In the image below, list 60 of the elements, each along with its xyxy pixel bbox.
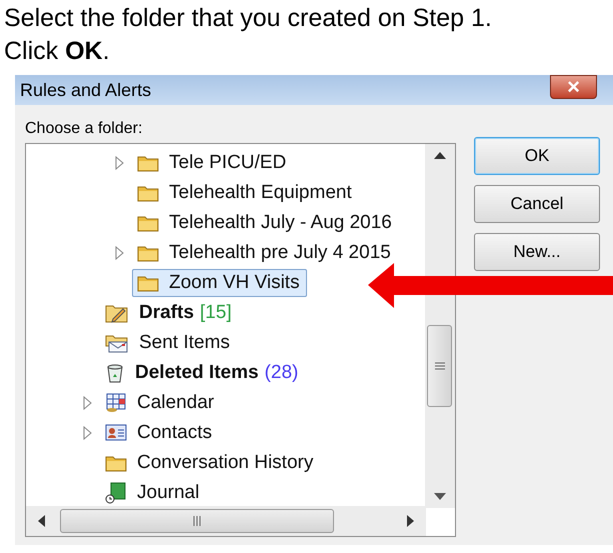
dialog-button[interactable]: New...: [474, 233, 600, 271]
folder-icon: [137, 274, 159, 292]
tree-item[interactable]: Conversation History: [100, 449, 320, 477]
item-label: Calendar: [137, 390, 214, 415]
item-label: Telehealth pre July 4 2015: [169, 240, 391, 265]
folder-envelope-icon: [105, 333, 129, 353]
item-label: Telehealth Equipment: [169, 180, 352, 205]
journal-book-icon: [105, 482, 127, 504]
arrow-icon: [368, 263, 613, 308]
folder-icon: [137, 184, 159, 202]
item-count: (28): [264, 360, 298, 385]
item-label: Telehealth July - Aug 2016: [169, 210, 392, 235]
calendar-icon: [105, 393, 127, 413]
item-label: Deleted Items: [135, 360, 259, 385]
tree-item[interactable]: Telehealth Equipment: [132, 179, 359, 207]
instruction-text: Click OK.: [4, 36, 111, 67]
tree-item[interactable]: Sent Items: [100, 329, 237, 357]
prompt-label: Choose a folder:: [25, 119, 144, 139]
item-label: Tele PICU/ED: [169, 150, 286, 175]
trash-can-icon: [105, 363, 125, 383]
expand-arrow-icon[interactable]: [115, 246, 125, 260]
scroll-left-icon[interactable]: [38, 515, 45, 527]
dialog-button[interactable]: OK: [474, 137, 600, 175]
expand-arrow-icon[interactable]: [115, 156, 125, 170]
tree-item[interactable]: Telehealth pre July 4 2015: [132, 239, 398, 267]
item-count: [15]: [200, 300, 232, 325]
item-label: Drafts: [139, 300, 194, 325]
tree-item[interactable]: Deleted Items (28): [100, 359, 306, 387]
tree-item[interactable]: Calendar: [100, 389, 222, 417]
tree-item[interactable]: Telehealth July - Aug 2016: [132, 209, 399, 237]
folder-icon: [137, 154, 159, 172]
tree-item[interactable]: Tele PICU/ED: [132, 149, 294, 177]
tree-item[interactable]: Drafts [15]: [100, 299, 239, 327]
item-label: Contacts: [137, 420, 212, 445]
expand-arrow-icon[interactable]: [83, 426, 93, 440]
grip-icon: [192, 516, 202, 526]
tree-item[interactable]: Zoom VH Visits: [132, 269, 307, 297]
folder-icon: [137, 244, 159, 262]
item-label: Conversation History: [137, 450, 314, 475]
instruction-text: Select the folder that you created on Step 1.: [4, 3, 493, 34]
tree-item[interactable]: Contacts: [100, 419, 219, 447]
scroll-up-icon[interactable]: [434, 152, 446, 159]
vertical-scrollbar[interactable]: [425, 144, 455, 508]
item-label: Sent Items: [139, 330, 230, 355]
scroll-thumb[interactable]: [60, 509, 334, 533]
horizontal-scrollbar[interactable]: [26, 506, 426, 536]
scroll-down-icon[interactable]: [434, 493, 446, 500]
window-title: Rules and Alerts: [20, 78, 152, 102]
dialog-button[interactable]: Cancel: [474, 185, 600, 223]
scroll-right-icon[interactable]: [407, 515, 414, 527]
grip-icon: [434, 361, 444, 371]
item-label: Journal: [137, 480, 200, 505]
folder-icon: [137, 214, 159, 232]
contact-card-icon: [105, 424, 127, 442]
expand-arrow-icon[interactable]: [83, 396, 93, 410]
folder-pencil-icon: [105, 303, 129, 323]
scroll-thumb[interactable]: [427, 325, 452, 407]
tree-item[interactable]: Journal: [100, 479, 206, 507]
item-label: Zoom VH Visits: [169, 270, 300, 295]
folder-icon: [105, 454, 127, 472]
